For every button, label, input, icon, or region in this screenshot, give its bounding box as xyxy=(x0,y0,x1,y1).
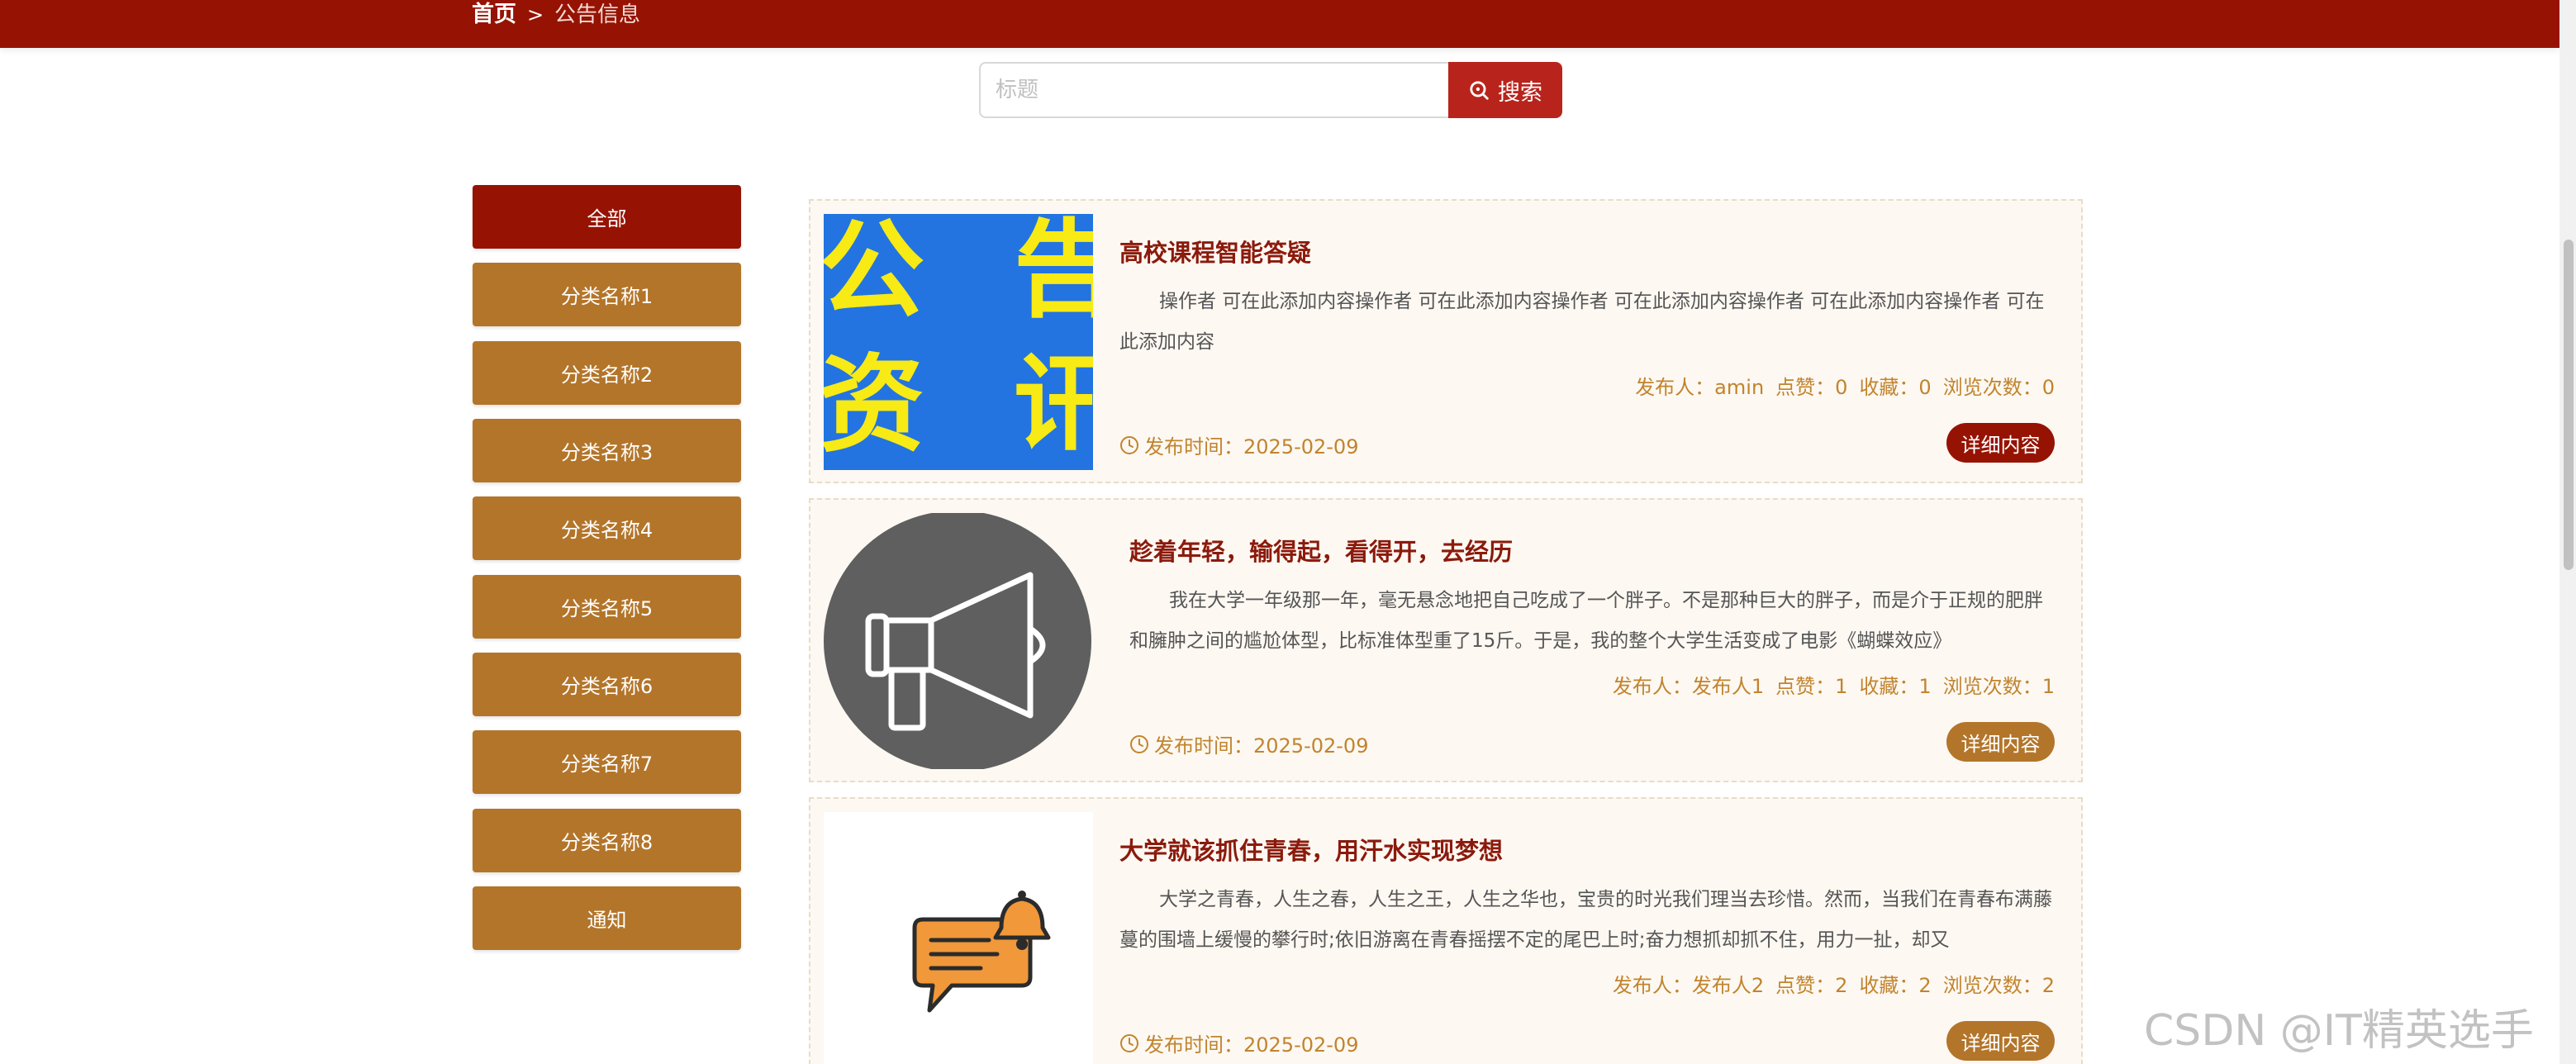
sidebar-item-label: 通知 xyxy=(587,909,627,932)
like-count: 点赞：2 xyxy=(1775,974,1848,997)
notice-thumbnail-message-bell[interactable] xyxy=(824,812,1093,1064)
sidebar-item-category-5[interactable]: 分类名称5 xyxy=(473,575,741,639)
sidebar-item-category-8[interactable]: 分类名称8 xyxy=(473,809,741,872)
publisher: 发布人：发布人2 xyxy=(1612,974,1765,997)
notice-title[interactable]: 趁着年轻，输得起，看得开，去经历 xyxy=(1129,533,1513,568)
sidebar-item-label: 分类名称2 xyxy=(560,363,654,387)
sidebar-item-category-6[interactable]: 分类名称6 xyxy=(473,653,741,716)
notice-title[interactable]: 高校课程智能答疑 xyxy=(1119,234,1311,268)
like-count: 点赞：0 xyxy=(1775,376,1848,399)
publish-time-text: 发布时间：2025-02-09 xyxy=(1144,1033,1359,1057)
clock-icon xyxy=(1120,435,1138,454)
sidebar-item-notice[interactable]: 通知 xyxy=(473,886,741,950)
publish-time: 发布时间：2025-02-09 xyxy=(1119,430,1358,459)
notice-meta: 发布人：发布人2 点赞：2 收藏：2 浏览次数：2 xyxy=(1613,969,2055,998)
breadcrumb-current: 公告信息 xyxy=(554,2,641,27)
search-button-label: 搜索 xyxy=(1498,79,1542,106)
watermark: CSDN @IT精英选手 xyxy=(2144,1006,2534,1056)
sidebar-item-category-2[interactable]: 分类名称2 xyxy=(473,341,741,405)
publisher: 发布人：发布人1 xyxy=(1612,675,1765,698)
notice-summary: 操作者 可在此添加内容操作者 可在此添加内容操作者 可在此添加内容操作者 可在此… xyxy=(1119,291,2045,353)
image-char-4: 讯 xyxy=(1014,344,1093,467)
publish-time: 发布时间：2025-02-09 xyxy=(1129,729,1368,758)
publisher: 发布人：amin xyxy=(1635,376,1765,399)
sidebar-item-label: 分类名称4 xyxy=(560,519,654,542)
notice-meta: 发布人：amin 点赞：0 收藏：0 浏览次数：0 xyxy=(1635,371,2055,400)
megaphone-icon xyxy=(824,513,1091,769)
view-count: 浏览次数：1 xyxy=(1942,675,2055,698)
notice-card: 大学就该抓住青春，用汗水实现梦想 大学之青春，人生之春，人生之王，人生之华也，宝… xyxy=(809,797,2083,1064)
notice-thumbnail-announcement[interactable]: 公 告 资 讯 xyxy=(824,214,1093,470)
notice-title[interactable]: 大学就该抓住青春，用汗水实现梦想 xyxy=(1119,832,1503,867)
notice-meta: 发布人：发布人1 点赞：1 收藏：1 浏览次数：1 xyxy=(1613,670,2055,699)
like-count: 点赞：1 xyxy=(1775,675,1848,698)
message-bell-icon xyxy=(912,891,1051,1013)
view-count: 浏览次数：2 xyxy=(1942,974,2055,997)
favorite-count: 收藏：1 xyxy=(1859,675,1932,698)
search-button[interactable]: 搜索 xyxy=(1448,62,1562,118)
clock-icon xyxy=(1120,1033,1138,1052)
page-scrollbar-thumb[interactable] xyxy=(2564,240,2574,570)
sidebar-item-label: 分类名称5 xyxy=(560,597,654,620)
publish-time: 发布时间：2025-02-09 xyxy=(1119,1028,1358,1057)
sidebar-item-category-3[interactable]: 分类名称3 xyxy=(473,419,741,482)
top-nav-bar xyxy=(0,0,2559,48)
sidebar-item-category-1[interactable]: 分类名称1 xyxy=(473,263,741,326)
favorite-count: 收藏：0 xyxy=(1859,376,1932,399)
detail-button[interactable]: 详细内容 xyxy=(1946,722,2055,762)
publish-time-text: 发布时间：2025-02-09 xyxy=(1144,435,1359,458)
sidebar-item-all[interactable]: 全部 xyxy=(473,185,741,249)
detail-button[interactable]: 详细内容 xyxy=(1946,423,2055,463)
sidebar-item-label: 分类名称8 xyxy=(560,831,654,854)
image-char-2: 告 xyxy=(1014,214,1093,332)
sidebar-item-label: 分类名称6 xyxy=(560,675,654,698)
sidebar-item-label: 分类名称3 xyxy=(560,441,654,464)
publish-time-text: 发布时间：2025-02-09 xyxy=(1154,734,1369,758)
image-char-1: 公 xyxy=(824,214,924,332)
search-icon xyxy=(1470,81,1489,100)
notice-card: 公 告 资 讯 高校课程智能答疑 操作者 可在此添加内容操作者 可在此添加内容操… xyxy=(809,199,2083,483)
detail-button[interactable]: 详细内容 xyxy=(1946,1021,2055,1061)
breadcrumb-separator: > xyxy=(527,3,544,26)
favorite-count: 收藏：2 xyxy=(1859,974,1932,997)
breadcrumb-home-link[interactable]: 首页 xyxy=(472,0,516,30)
search-input[interactable] xyxy=(979,62,1451,118)
notice-summary: 大学之青春，人生之春，人生之王，人生之华也，宝贵的时光我们理当去珍惜。然而，当我… xyxy=(1119,889,2052,951)
notice-card: 趁着年轻，输得起，看得开，去经历 我在大学一年级那一年，毫无悬念地把自己吃成了一… xyxy=(809,498,2083,782)
sidebar-item-category-4[interactable]: 分类名称4 xyxy=(473,496,741,560)
view-count: 浏览次数：0 xyxy=(1942,376,2055,399)
notice-summary: 我在大学一年级那一年，毫无悬念地把自己吃成了一个胖子。不是那种巨大的胖子，而是介… xyxy=(1129,590,2043,652)
sidebar-item-category-7[interactable]: 分类名称7 xyxy=(473,730,741,794)
sidebar-item-label: 分类名称1 xyxy=(560,285,654,308)
sidebar-item-label: 分类名称7 xyxy=(560,753,654,776)
image-char-3: 资 xyxy=(824,344,924,467)
notice-thumbnail-megaphone[interactable] xyxy=(824,513,1093,769)
sidebar-item-label: 全部 xyxy=(587,207,627,230)
clock-icon xyxy=(1130,734,1148,753)
